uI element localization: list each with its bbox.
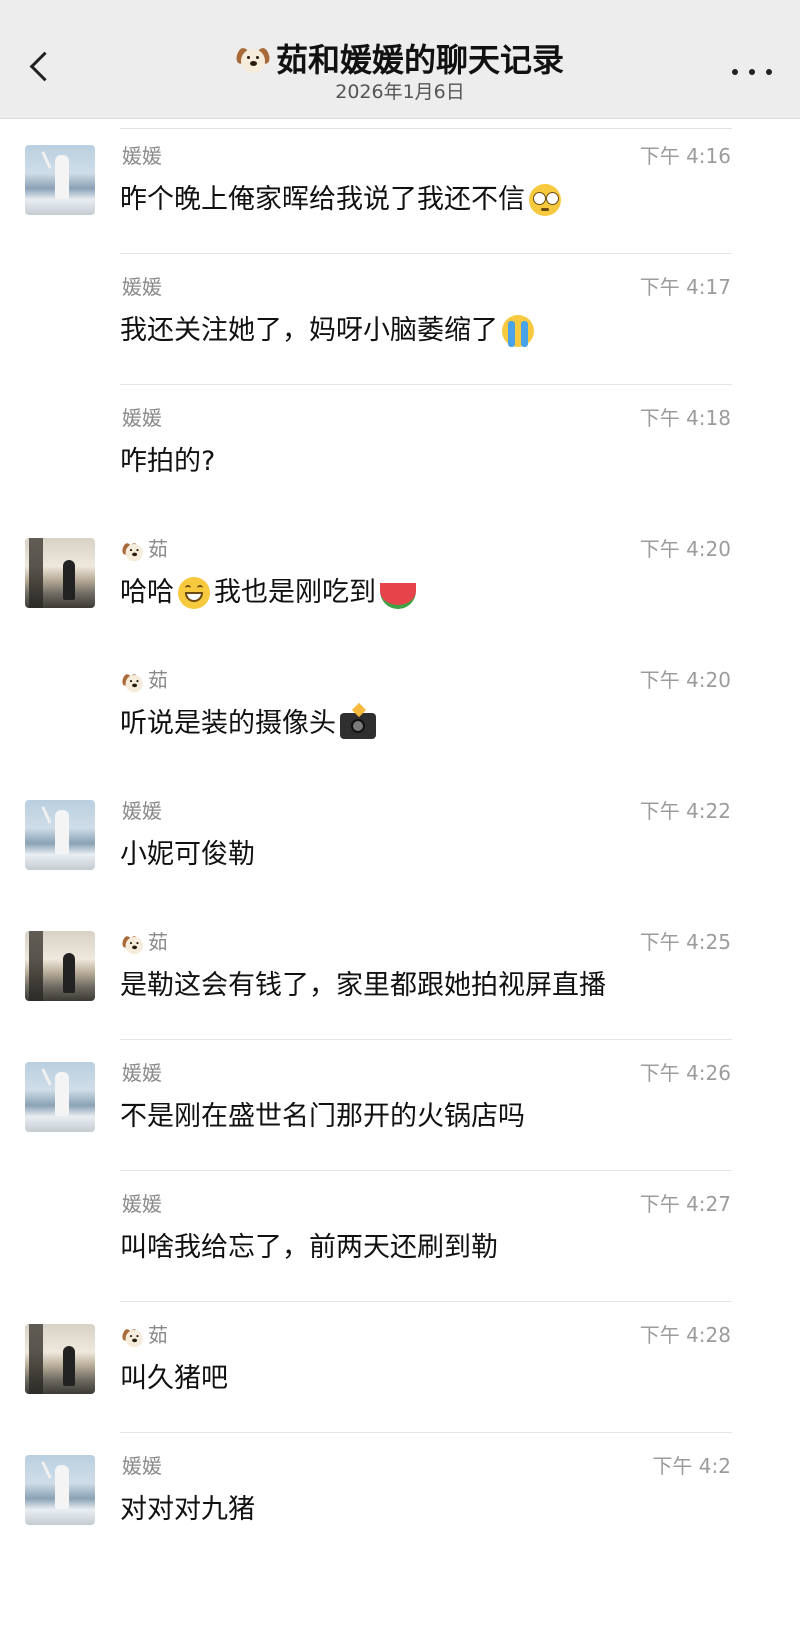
message-text: 哈哈 我也是刚吃到 [120,574,416,612]
message-row[interactable]: 媛媛 下午 4:18 咋拍的? [0,385,800,516]
camera-with-flash-icon [340,702,376,739]
dog-face-icon [120,541,143,562]
message-text: 叫久猪吧 [120,1363,228,1394]
message-time: 下午 4:28 [639,1323,731,1347]
avatar[interactable] [25,800,95,870]
message-time: 下午 4:18 [639,406,731,430]
message-row[interactable]: 媛媛 下午 4:22 小妮可俊勒 [0,778,800,909]
avatar[interactable] [25,1324,95,1394]
message-text: 咋拍的? [120,446,216,477]
avatar[interactable] [25,931,95,1001]
sender-name: 媛媛 [122,799,162,823]
sender-name: 媛媛 [122,144,162,168]
avatar[interactable] [25,1062,95,1132]
dot-icon [766,69,772,75]
message-text: 叫啥我给忘了，前两天还刷到勒 [120,1232,498,1263]
message-time: 下午 4:26 [639,1061,731,1085]
title-row: 茹和媛媛的聊天记录 [200,40,600,80]
message-row[interactable]: 媛媛 下午 4:16 昨个晚上俺家晖给我说了我还不信 [0,123,800,254]
chat-date: 2026年1月6日 [335,81,465,103]
dot-icon [749,69,755,75]
avatar[interactable] [25,145,95,215]
message-row[interactable]: 茹 下午 4:20 哈哈 我也是刚吃到 [0,516,800,647]
title-area: 茹和媛媛的聊天记录 2026年1月6日 [200,40,600,104]
message-row[interactable]: 媛媛 下午 4:27 叫啥我给忘了，前两天还刷到勒 [0,1171,800,1302]
sender-name: 茹 [120,667,168,693]
message-row[interactable]: 媛媛 下午 4:26 不是刚在盛世名门那开的火锅店吗 [0,1040,800,1171]
dog-face-icon [120,672,143,693]
message-time: 下午 4:27 [639,1192,731,1216]
sender-name: 媛媛 [122,275,162,299]
dog-face-icon [120,934,143,955]
message-text: 听说是装的摄像头 [120,702,376,743]
message-row[interactable]: 茹 下午 4:28 叫久猪吧 [0,1302,800,1433]
message-time: 下午 4:2 [652,1454,731,1478]
sender-name: 媛媛 [122,1192,162,1216]
message-text: 对对对九猪 [120,1494,255,1525]
dog-face-icon [120,1327,143,1348]
back-button[interactable] [22,46,62,90]
message-text: 昨个晚上俺家晖给我说了我还不信 [120,181,561,219]
message-row[interactable]: 茹 下午 4:25 是勒这会有钱了，家里都跟她拍视屏直播 [0,909,800,1040]
more-options-button[interactable] [732,66,772,78]
sender-name: 茹 [120,929,168,955]
message-text: 小妮可俊勒 [120,839,255,870]
message-text: 我还关注她了，妈呀小脑萎缩了 [120,312,534,350]
dog-face-icon [234,45,272,75]
page-title: 茹和媛媛的聊天记录 [275,41,564,79]
message-time: 下午 4:25 [639,930,731,954]
message-text: 不是刚在盛世名门那开的火锅店吗 [120,1101,525,1132]
message-text: 是勒这会有钱了，家里都跟她拍视屏直播 [120,970,606,1001]
message-time: 下午 4:22 [639,799,731,823]
message-time: 下午 4:16 [639,144,731,168]
sender-name: 茹 [120,536,168,562]
sender-name: 媛媛 [122,1454,162,1478]
grinning-face-icon [178,577,210,609]
message-row[interactable]: 媛媛 下午 4:2 对对对九猪 [0,1433,800,1564]
message-time: 下午 4:20 [639,537,731,561]
crying-face-icon [502,315,534,347]
avatar[interactable] [25,1455,95,1525]
sender-name: 媛媛 [122,1061,162,1085]
message-time: 下午 4:20 [639,668,731,692]
avatar[interactable] [25,538,95,608]
flushed-face-icon [529,184,561,216]
sender-name: 媛媛 [122,406,162,430]
chat-history-header: 茹和媛媛的聊天记录 2026年1月6日 [0,0,800,119]
sender-name: 茹 [120,1322,168,1348]
message-row[interactable]: 媛媛 下午 4:17 我还关注她了，妈呀小脑萎缩了 [0,254,800,385]
watermelon-icon [380,583,416,609]
message-row[interactable]: 茹 下午 4:20 听说是装的摄像头 [0,647,800,778]
message-time: 下午 4:17 [639,275,731,299]
dot-icon [732,69,738,75]
